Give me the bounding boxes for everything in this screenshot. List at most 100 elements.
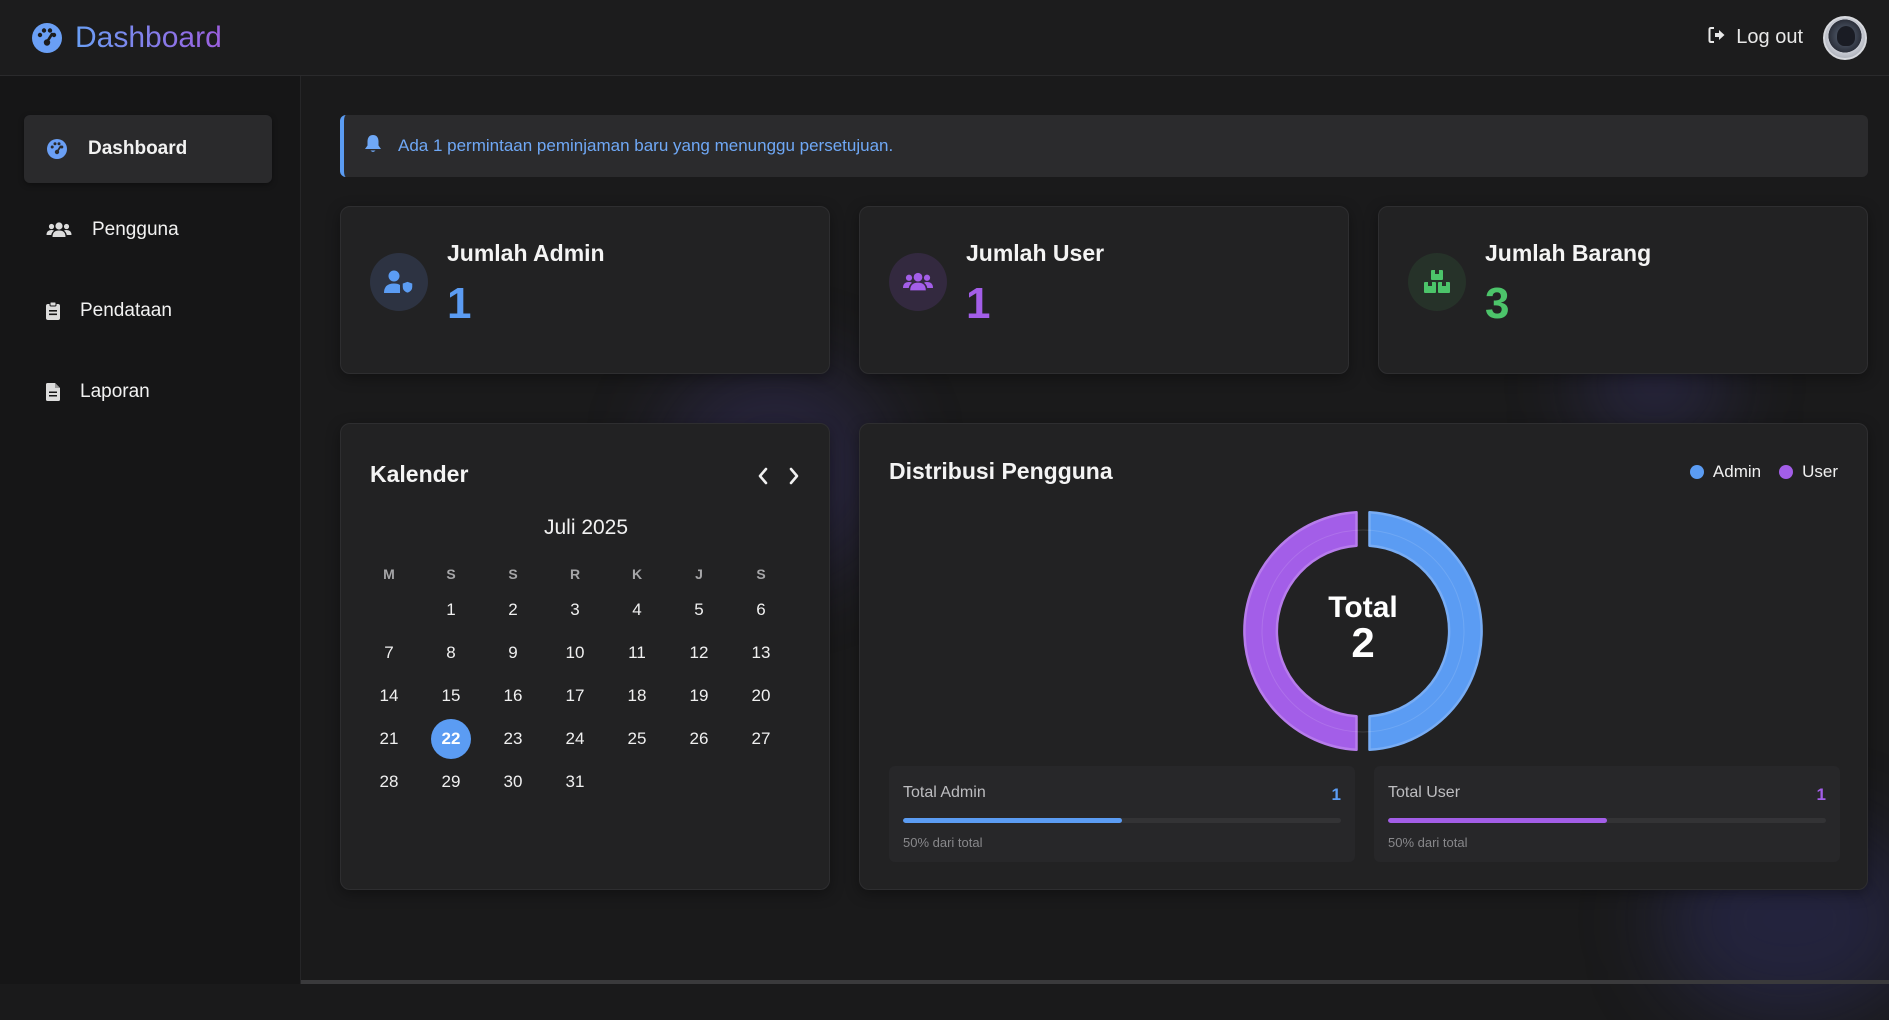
calendar-day[interactable]: 10 [555, 633, 595, 673]
calendar-day[interactable]: 27 [741, 719, 781, 759]
total-admin-label: Total Admin [903, 784, 986, 801]
distribution-title: Distribusi Pengguna [889, 458, 1113, 484]
users-icon [46, 219, 72, 241]
calendar-day[interactable]: 30 [493, 762, 533, 802]
total-admin-note: 50% dari total [903, 835, 983, 850]
legend-label: Admin [1712, 462, 1762, 481]
gauge-icon [46, 138, 68, 160]
calendar-day[interactable]: 12 [679, 633, 719, 673]
calendar-day[interactable]: 21 [369, 719, 409, 759]
logout-icon [1707, 25, 1727, 51]
alert-text: Ada 1 permintaan peminjaman baru yang me… [398, 136, 894, 155]
calendar-day[interactable]: 23 [493, 719, 533, 759]
total-user-value: 1 [1816, 785, 1826, 804]
app-title: Dashboard [75, 20, 222, 54]
calendar-weekday: S [446, 566, 456, 582]
calendar-day[interactable]: 29 [431, 762, 471, 802]
chevron-right-icon [789, 467, 799, 485]
next-month-button[interactable] [782, 464, 806, 488]
distribution-card: Distribusi Pengguna Admin User Total 2 T… [859, 423, 1868, 890]
sidebar-item-laporan[interactable]: Laporan [24, 358, 272, 426]
chart-legend: Admin User [1689, 462, 1838, 482]
calendar-day[interactable]: 18 [617, 676, 657, 716]
calendar-day[interactable]: 31 [555, 762, 595, 802]
calendar-weekday: M [383, 566, 395, 582]
calendar-day[interactable]: 17 [555, 676, 595, 716]
users-icon [889, 253, 947, 311]
stat-value: 3 [1485, 279, 1510, 328]
brand[interactable]: Dashboard [31, 21, 222, 55]
user-shield-icon [370, 253, 428, 311]
total-user-note: 50% dari total [1388, 835, 1468, 850]
sidebar-item-dashboard[interactable]: Dashboard [24, 115, 272, 183]
calendar-weekday: R [569, 566, 581, 582]
total-user-card: Total User 1 50% dari total [1374, 766, 1840, 862]
logout-label: Log out [1736, 26, 1803, 48]
legend-dot [1779, 465, 1794, 479]
notification-alert: Ada 1 permintaan peminjaman baru yang me… [340, 115, 1868, 177]
calendar-day-today[interactable]: 22 [431, 719, 471, 759]
stat-card-admin: Jumlah Admin 1 [340, 206, 830, 374]
clipboard-icon [46, 300, 60, 322]
legend-item-admin[interactable]: Admin [1689, 462, 1762, 482]
calendar-weekday: S [756, 566, 766, 582]
calendar-day[interactable]: 8 [431, 633, 471, 673]
sidebar-item-pengguna[interactable]: Pengguna [24, 196, 272, 264]
donut-center-value: 2 [1351, 618, 1375, 666]
calendar-day[interactable]: 14 [369, 676, 409, 716]
calendar-day[interactable]: 11 [617, 633, 657, 673]
calendar-day[interactable]: 3 [555, 590, 595, 630]
stat-title: Jumlah Barang [1485, 240, 1652, 266]
avatar[interactable] [1823, 15, 1867, 60]
calendar-day[interactable]: 19 [679, 676, 719, 716]
calendar-day[interactable]: 13 [741, 633, 781, 673]
calendar-day[interactable]: 9 [493, 633, 533, 673]
calendar-day[interactable]: 7 [369, 633, 409, 673]
calendar-day[interactable]: 25 [617, 719, 657, 759]
donut-center-label: Total 2 [1238, 593, 1488, 666]
file-icon [46, 381, 60, 403]
gauge-icon [31, 22, 63, 54]
top-header: Dashboard Log out [0, 0, 1889, 76]
calendar-day[interactable]: 24 [555, 719, 595, 759]
total-user-label: Total User [1388, 784, 1461, 801]
sidebar: Dashboard Pengguna Pendataan Laporan [0, 76, 301, 984]
stat-card-user: Jumlah User 1 [859, 206, 1349, 374]
stat-card-barang: Jumlah Barang 3 [1378, 206, 1868, 374]
calendar-weekday: K [631, 566, 643, 582]
calendar-day[interactable]: 16 [493, 676, 533, 716]
boxes-icon [1408, 253, 1466, 311]
sidebar-item-label: Dashboard [88, 138, 188, 159]
sidebar-item-label: Laporan [80, 381, 150, 402]
progress-bar-fill [1388, 818, 1607, 823]
calendar-title: Kalender [370, 461, 469, 487]
chevron-left-icon [758, 467, 768, 485]
legend-item-user[interactable]: User [1779, 462, 1838, 482]
total-admin-card: Total Admin 1 50% dari total [889, 766, 1355, 862]
calendar-day[interactable]: 26 [679, 719, 719, 759]
stat-value: 1 [966, 279, 991, 328]
calendar-card: Kalender Juli 2025 M S S R K J S 1 2 3 4 5 6 7 8 9 10 11 1… [340, 423, 830, 890]
calendar-day[interactable]: 6 [741, 590, 781, 630]
sidebar-item-label: Pengguna [92, 219, 179, 240]
calendar-day[interactable]: 28 [369, 762, 409, 802]
calendar-weekday: S [508, 566, 518, 582]
calendar-day[interactable]: 15 [431, 676, 471, 716]
bell-icon [364, 134, 382, 159]
calendar-day[interactable]: 20 [741, 676, 781, 716]
stat-value: 1 [447, 279, 472, 328]
prev-month-button[interactable] [751, 464, 775, 488]
calendar-day[interactable]: 1 [431, 590, 471, 630]
total-admin-value: 1 [1331, 785, 1341, 804]
calendar-month-label: Juli 2025 [543, 516, 629, 539]
sidebar-item-pendataan[interactable]: Pendataan [24, 277, 272, 345]
legend-label: User [1802, 462, 1838, 481]
progress-bar-fill [903, 818, 1122, 823]
stat-title: Jumlah Admin [447, 240, 605, 266]
calendar-day[interactable]: 4 [617, 590, 657, 630]
progress-bar [903, 818, 1341, 823]
calendar-day[interactable]: 2 [493, 590, 533, 630]
calendar-day[interactable]: 5 [679, 590, 719, 630]
progress-bar [1388, 818, 1826, 823]
logout-button[interactable]: Log out [1707, 25, 1803, 51]
